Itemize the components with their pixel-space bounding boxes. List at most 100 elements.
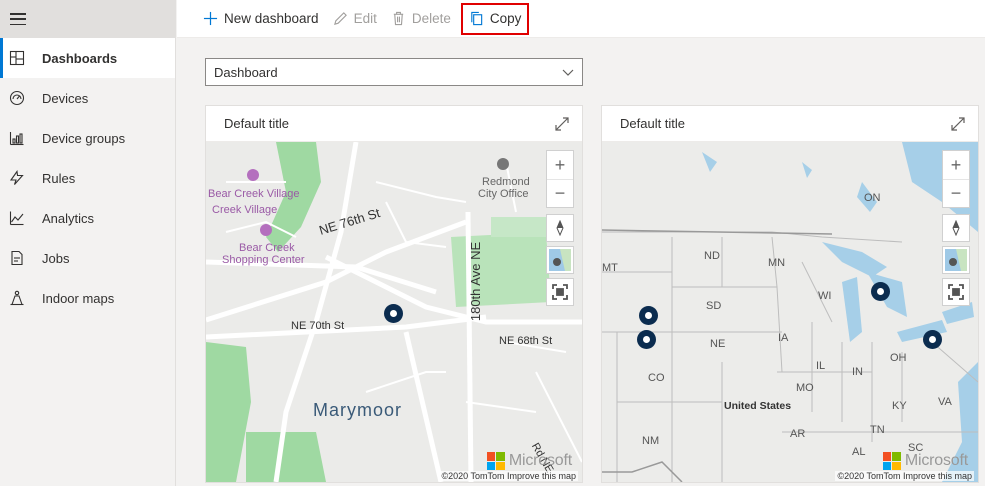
device-marker[interactable] [639,306,658,325]
map-label: AL [852,446,866,458]
device-marker[interactable] [384,304,403,323]
fullscreen-icon [948,284,964,300]
map-label: City Office [478,188,529,200]
zoom-in-button[interactable]: + [547,151,573,179]
device-marker[interactable] [923,330,942,349]
map-label: Creek Village [212,204,278,216]
map-style-icon [549,249,571,271]
chevron-down-icon [562,69,574,76]
fullscreen-button[interactable] [942,278,970,306]
copy-button[interactable]: Copy [460,2,530,35]
sidebar-item-rules[interactable]: Rules [0,158,175,198]
jobs-icon [9,250,25,266]
sidebar-item-devices[interactable]: Devices [0,78,175,118]
expand-icon[interactable] [950,116,966,132]
map-label: Shopping Center [222,254,305,266]
compass-button[interactable] [546,214,574,242]
edit-icon [333,12,347,25]
sidebar-item-jobs[interactable]: Jobs [0,238,175,278]
map-tile-region: Default title ON MT ND MN SD WI IA NE IL… [601,105,979,483]
zoom-in-button[interactable]: + [943,151,969,179]
map-label: IN [852,366,863,378]
sidebar-item-device-groups[interactable]: Device groups [0,118,175,158]
hamburger-menu-icon[interactable] [10,13,26,25]
fullscreen-button[interactable] [546,278,574,306]
expand-icon[interactable] [554,116,570,132]
brand-text: Microsoft [508,452,572,469]
map-label: WI [818,290,832,302]
map-style-button[interactable] [942,246,970,274]
brand-text: Microsoft [904,452,968,469]
indoor-maps-icon [9,290,25,306]
map-label: NE 70th St [291,320,345,332]
map-local[interactable]: Bear Creek Village Creek Village Bear Cr… [206,142,582,482]
map-tile-local: Default title Bear Creek Village Creek V… [205,105,583,483]
microsoft-logo-icon [486,452,505,470]
sidebar-item-label: Jobs [42,250,70,266]
edit-label: Edit [353,11,377,26]
tile-title: Default title [620,116,686,131]
map-label: AR [790,428,806,440]
map-label: 180th Ave NE [468,241,484,322]
map-attribution[interactable]: ©2020 TomTom Improve this map [439,471,578,481]
devices-icon [9,90,25,106]
map-label: VA [938,396,952,408]
delete-label: Delete [411,11,451,26]
left-nav: Dashboards Devices Device groups Rules A… [0,0,176,486]
dashboard-icon [9,50,25,66]
zoom-out-button[interactable]: − [547,179,573,207]
add-icon [203,11,218,26]
nav-header [0,0,175,38]
map-label: MO [796,382,814,394]
sidebar-item-label: Dashboards [42,50,118,66]
sidebar-item-indoor-maps[interactable]: Indoor maps [0,278,175,318]
map-label: ON [864,192,881,204]
copy-icon [471,11,483,26]
microsoft-brand: Microsoft [882,452,968,470]
sidebar-item-label: Devices [42,90,89,106]
compass-button[interactable] [942,214,970,242]
sidebar-item-dashboards[interactable]: Dashboards [0,38,175,78]
map-label: MT [602,262,618,274]
device-marker[interactable] [637,330,656,349]
map-label: CO [648,372,665,384]
sidebar-item-label: Analytics [42,210,95,226]
new-dashboard-button[interactable]: New dashboard [203,4,319,34]
map-label: United States [724,400,792,412]
device-groups-icon [9,130,25,146]
sidebar-item-label: Rules [42,170,76,186]
microsoft-logo-icon [882,452,901,470]
zoom-control: + − [546,150,574,208]
map-label: MN [768,257,786,269]
dashboard-select[interactable]: Dashboard [205,58,583,86]
map-attribution[interactable]: ©2020 TomTom Improve this map [835,471,974,481]
map-label: Marymoor [313,400,403,420]
map-label: IA [778,332,789,344]
map-label: Redmond [482,176,530,188]
tile-header: Default title [206,106,582,142]
map-style-button[interactable] [546,246,574,274]
dashboard-select-value: Dashboard [214,64,278,80]
map-label: IL [816,360,826,372]
rules-icon [9,170,25,186]
compass-icon [952,220,960,236]
sidebar-item-analytics[interactable]: Analytics [0,198,175,238]
zoom-out-button[interactable]: − [943,179,969,207]
compass-icon [556,220,564,236]
edit-button[interactable]: Edit [333,4,377,34]
map-label: SD [706,300,722,312]
map-style-icon [945,249,967,271]
delete-icon [393,11,404,26]
sidebar-item-label: Indoor maps [42,290,115,306]
device-marker[interactable] [871,282,890,301]
map-label: Bear Creek Village [208,188,300,200]
map-region[interactable]: ON MT ND MN SD WI IA NE IL IN OH CO MO U… [602,142,978,482]
map-label: ND [704,250,720,262]
new-dashboard-label: New dashboard [224,11,319,26]
delete-button[interactable]: Delete [391,4,451,34]
map-label: NE [710,338,726,350]
zoom-control: + − [942,150,970,208]
sidebar-item-label: Device groups [42,130,126,146]
map-label: Bear Creek [239,242,295,254]
map-label: NE 68th St [499,335,553,347]
